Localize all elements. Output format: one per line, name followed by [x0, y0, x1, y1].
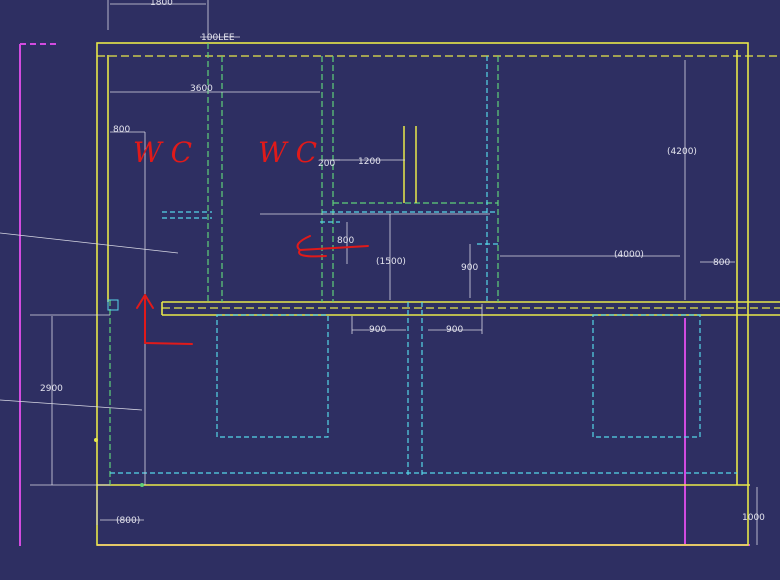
dim-4200: (4200) — [667, 147, 697, 157]
magenta-boundary — [19, 43, 750, 546]
dim-200: 200 — [318, 159, 335, 169]
hand-annotations: W C W C — [133, 136, 317, 169]
dim-900-vert: 900 — [461, 263, 478, 273]
floor-plan-canvas: 1800 100LEE 3600 800 200 1200 (4200) 800… — [0, 0, 780, 546]
dim-100: 100LEE — [201, 33, 235, 43]
dimension-lines — [0, 0, 758, 545]
dim-2900: 2900 — [40, 384, 63, 394]
dim-800-mid: 800 — [337, 236, 354, 246]
dimension-labels: 1800 100LEE 3600 800 200 1200 (4200) 800… — [40, 0, 765, 526]
dim-1500: (1500) — [376, 257, 406, 267]
dim-1000: 1000 — [742, 513, 765, 523]
dim-1800: 1800 — [150, 0, 173, 8]
dim-3600: 3600 — [190, 84, 213, 94]
dim-1200: 1200 — [358, 157, 381, 167]
wc-label-right: W C — [258, 136, 317, 169]
dim-800-bottom: (800) — [116, 516, 140, 526]
markers — [94, 299, 144, 487]
wc-label-left: W C — [133, 136, 192, 169]
cyan-rooms — [110, 56, 737, 475]
partition-walls — [109, 43, 499, 485]
dim-4000: (4000) — [614, 250, 644, 260]
outer-walls — [96, 42, 780, 546]
dim-800-left: 800 — [113, 125, 130, 135]
wc-fixture — [403, 126, 417, 203]
dim-900-a: 900 — [369, 325, 386, 335]
dim-800-right: 800 — [713, 258, 730, 268]
dim-900-b: 900 — [446, 325, 463, 335]
